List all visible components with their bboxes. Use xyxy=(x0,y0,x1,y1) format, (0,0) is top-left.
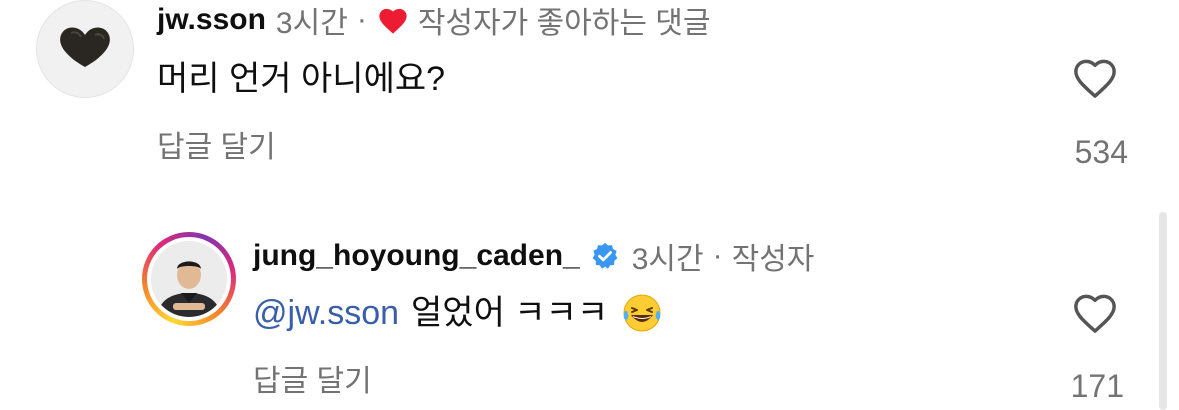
commenter-avatar[interactable] xyxy=(36,0,134,98)
mention-link[interactable]: @jw.sson xyxy=(253,290,399,336)
author-avatar[interactable] xyxy=(142,232,236,326)
heart-object-icon xyxy=(60,27,110,67)
reply-button[interactable]: 답글 달기 xyxy=(157,128,276,168)
heart-icon xyxy=(376,5,410,35)
meta-separator: · xyxy=(356,3,367,36)
scrollbar[interactable] xyxy=(1159,212,1167,410)
like-count: 534 xyxy=(1074,134,1128,170)
like-heart-icon[interactable] xyxy=(1072,291,1118,335)
reply-text: @jw.sson 얼었어 ㅋㅋㅋ xyxy=(253,290,664,336)
chef-portrait-icon xyxy=(151,241,227,317)
comment-time: 3시간 xyxy=(275,7,348,40)
reply-comment-header: jung_hoyoung_caden_ 3시간 · 작성자 xyxy=(253,236,814,276)
comment-username[interactable]: jw.sson xyxy=(157,3,266,37)
like-heart-icon[interactable] xyxy=(1072,56,1118,100)
liked-by-author-label: 작성자가 좋아하는 댓글 xyxy=(417,7,711,40)
comment-header: jw.sson 3시간 · 작성자가 좋아하는 댓글 xyxy=(157,0,710,40)
meta-separator: · xyxy=(712,239,723,272)
laughing-tears-emoji-icon xyxy=(620,291,664,335)
reply-body: 얼었어 ㅋㅋㅋ xyxy=(411,294,609,332)
reply-time: 3시간 xyxy=(631,243,704,276)
author-username[interactable]: jung_hoyoung_caden_ xyxy=(253,239,580,273)
like-count: 171 xyxy=(1070,368,1124,404)
verified-badge-icon xyxy=(590,241,620,271)
reply-button[interactable]: 답글 달기 xyxy=(253,362,372,402)
author-label: 작성자 xyxy=(731,243,815,276)
comment-text: 머리 언거 아니에요? xyxy=(157,60,446,98)
